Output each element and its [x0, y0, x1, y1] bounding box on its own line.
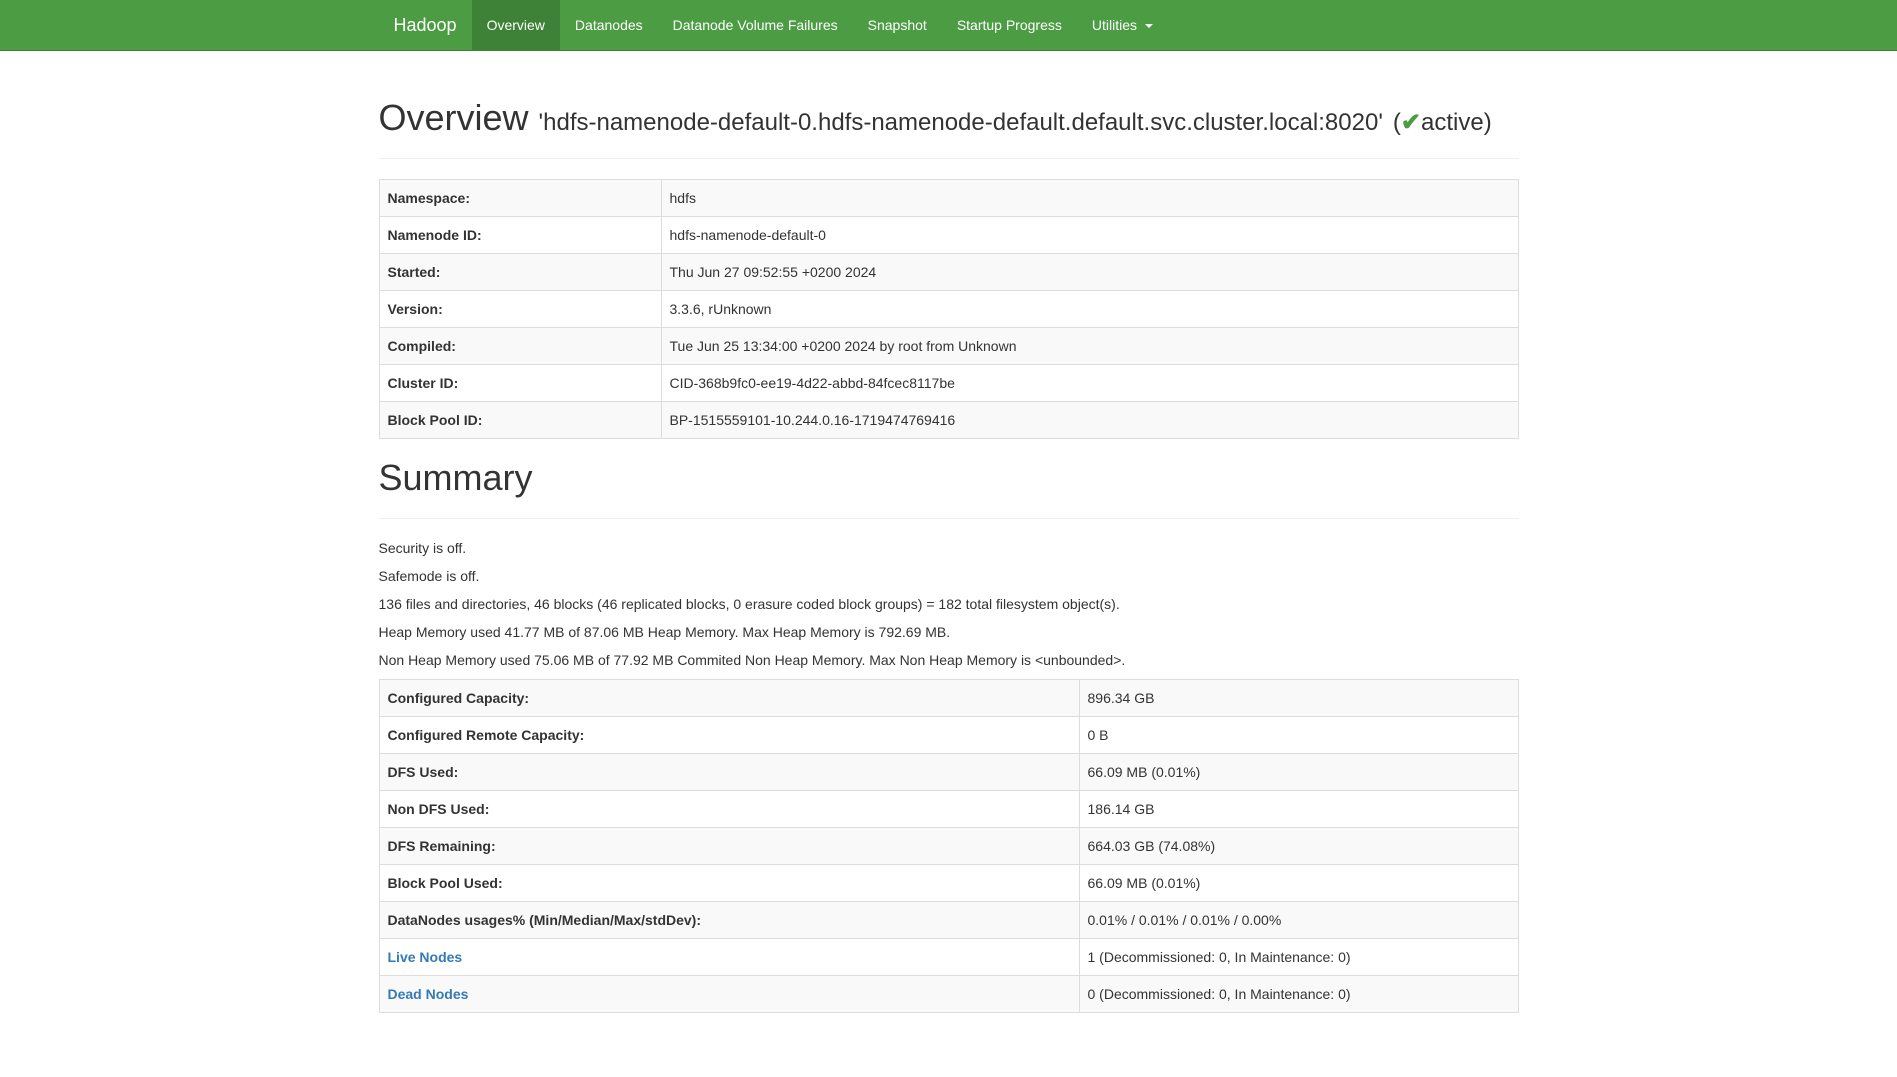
table-row: Non DFS Used: 186.14 GB — [379, 790, 1518, 827]
table-row: Namenode ID: hdfs-namenode-default-0 — [379, 216, 1518, 253]
row-value: Thu Jun 27 09:52:55 +0200 2024 — [661, 253, 1518, 290]
row-value: 1 (Decommissioned: 0, In Maintenance: 0) — [1079, 938, 1518, 975]
heap-memory-text: Heap Memory used 41.77 MB of 87.06 MB He… — [379, 623, 1519, 643]
table-row: Block Pool ID: BP-1515559101-10.244.0.16… — [379, 401, 1518, 438]
row-label: Dead Nodes — [379, 975, 1079, 1012]
page-title-text: Overview — [379, 97, 529, 138]
table-row: DFS Remaining: 664.03 GB (74.08%) — [379, 827, 1518, 864]
row-label: Namenode ID: — [379, 216, 661, 253]
security-status-text: Security is off. — [379, 539, 1519, 559]
main-content: Overview 'hdfs-namenode-default-0.hdfs-n… — [364, 51, 1534, 1013]
row-value: 0 (Decommissioned: 0, In Maintenance: 0) — [1079, 975, 1518, 1012]
row-label: Block Pool Used: — [379, 864, 1079, 901]
row-label: Version: — [379, 290, 661, 327]
row-value: hdfs — [661, 179, 1518, 216]
row-value: 66.09 MB (0.01%) — [1079, 864, 1518, 901]
nav-item-utilities-label: Utilities — [1092, 17, 1137, 33]
row-value: 896.34 GB — [1079, 679, 1518, 716]
row-label: Block Pool ID: — [379, 401, 661, 438]
page-title: Overview 'hdfs-namenode-default-0.hdfs-n… — [379, 99, 1519, 138]
table-row: Started: Thu Jun 27 09:52:55 +0200 2024 — [379, 253, 1518, 290]
namenode-address: 'hdfs-namenode-default-0.hdfs-namenode-d… — [539, 109, 1383, 136]
row-value: 3.3.6, rUnknown — [661, 290, 1518, 327]
row-label: DataNodes usages% (Min/Median/Max/stdDev… — [379, 901, 1079, 938]
caret-down-icon — [1145, 24, 1153, 28]
nav-item-overview[interactable]: Overview — [472, 0, 560, 50]
row-value: 0 B — [1079, 716, 1518, 753]
row-value: hdfs-namenode-default-0 — [661, 216, 1518, 253]
main-nav: Overview Datanodes Datanode Volume Failu… — [472, 0, 1168, 50]
row-label: Namespace: — [379, 179, 661, 216]
table-row: DataNodes usages% (Min/Median/Max/stdDev… — [379, 901, 1518, 938]
table-row: Namespace: hdfs — [379, 179, 1518, 216]
row-label: Configured Capacity: — [379, 679, 1079, 716]
row-label: Non DFS Used: — [379, 790, 1079, 827]
row-label: Compiled: — [379, 327, 661, 364]
status-ok-icon: ✔ — [1401, 109, 1421, 136]
nav-item-utilities[interactable]: Utilities — [1077, 0, 1168, 50]
table-row: Dead Nodes 0 (Decommissioned: 0, In Main… — [379, 975, 1518, 1012]
row-label: Started: — [379, 253, 661, 290]
row-value: CID-368b9fc0-ee19-4d22-abbd-84fcec8117be — [661, 364, 1518, 401]
table-row: Configured Capacity: 896.34 GB — [379, 679, 1518, 716]
table-row: DFS Used: 66.09 MB (0.01%) — [379, 753, 1518, 790]
brand-link[interactable]: Hadoop — [379, 0, 472, 50]
nav-item-startup-progress[interactable]: Startup Progress — [942, 0, 1077, 50]
table-row: Block Pool Used: 66.09 MB (0.01%) — [379, 864, 1518, 901]
row-value: 66.09 MB (0.01%) — [1079, 753, 1518, 790]
table-row: Cluster ID: CID-368b9fc0-ee19-4d22-abbd-… — [379, 364, 1518, 401]
namenode-info-table: Namespace: hdfs Namenode ID: hdfs-nameno… — [379, 179, 1519, 439]
divider — [379, 518, 1519, 519]
row-value: 186.14 GB — [1079, 790, 1518, 827]
table-row: Configured Remote Capacity: 0 B — [379, 716, 1518, 753]
row-label: Live Nodes — [379, 938, 1079, 975]
nav-item-datanodes[interactable]: Datanodes — [560, 0, 658, 50]
row-label: Configured Remote Capacity: — [379, 716, 1079, 753]
navbar: Hadoop Overview Datanodes Datanode Volum… — [0, 0, 1897, 51]
status-open-paren: ( — [1393, 109, 1401, 136]
row-value: 0.01% / 0.01% / 0.01% / 0.00% — [1079, 901, 1518, 938]
table-row: Compiled: Tue Jun 25 13:34:00 +0200 2024… — [379, 327, 1518, 364]
row-label: Cluster ID: — [379, 364, 661, 401]
row-value: BP-1515559101-10.244.0.16-1719474769416 — [661, 401, 1518, 438]
nav-item-snapshot[interactable]: Snapshot — [853, 0, 942, 50]
row-label: DFS Used: — [379, 753, 1079, 790]
divider — [379, 158, 1519, 159]
safemode-status-text: Safemode is off. — [379, 567, 1519, 587]
live-nodes-link[interactable]: Live Nodes — [388, 949, 463, 965]
row-value: 664.03 GB (74.08%) — [1079, 827, 1518, 864]
table-row: Version: 3.3.6, rUnknown — [379, 290, 1518, 327]
row-label: DFS Remaining: — [379, 827, 1079, 864]
non-heap-memory-text: Non Heap Memory used 75.06 MB of 77.92 M… — [379, 651, 1519, 671]
table-row: Live Nodes 1 (Decommissioned: 0, In Main… — [379, 938, 1518, 975]
dead-nodes-link[interactable]: Dead Nodes — [388, 986, 469, 1002]
status-label: active) — [1421, 109, 1492, 136]
row-value: Tue Jun 25 13:34:00 +0200 2024 by root f… — [661, 327, 1518, 364]
filesystem-objects-text: 136 files and directories, 46 blocks (46… — [379, 595, 1519, 615]
summary-heading: Summary — [379, 459, 1519, 498]
status-badge: (✔active) — [1393, 109, 1492, 136]
summary-table: Configured Capacity: 896.34 GB Configure… — [379, 679, 1519, 1013]
nav-item-datanode-volume-failures[interactable]: Datanode Volume Failures — [658, 0, 853, 50]
